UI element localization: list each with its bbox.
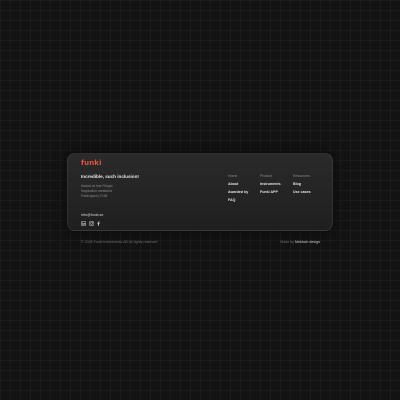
facebook-icon[interactable]: [96, 221, 101, 226]
made-by-link[interactable]: Mekloch design: [295, 240, 320, 244]
copyright-text: © 2025 Funki Instruments AB All rights r…: [81, 240, 158, 244]
nav-link-about[interactable]: About: [228, 182, 248, 190]
nav-link-instruments[interactable]: Instruments: [260, 182, 281, 190]
nav-link-use-cases[interactable]: Use cases: [293, 190, 311, 198]
award-item: Participant | FUB: [81, 193, 108, 198]
nav-heading-resources: Resources: [293, 174, 310, 178]
nav-heading-product: Product: [260, 174, 273, 178]
made-by: Made by Mekloch design: [280, 240, 320, 244]
instagram-icon[interactable]: [88, 221, 94, 226]
nav-link-awarded-by[interactable]: Awarded by: [228, 190, 248, 198]
linkedin-icon[interactable]: [81, 221, 86, 226]
page: funki Incredible, such inclusion! Award …: [0, 0, 400, 400]
made-by-label: Made by: [280, 240, 296, 244]
nav-column-resources: Resources Blog Use cases: [293, 174, 311, 198]
nav-link-blog[interactable]: Blog: [293, 182, 311, 190]
nav-link-faq[interactable]: FAQ: [228, 198, 248, 206]
awards-list: Award at Ime Ringer Inspiration weekend …: [81, 184, 113, 198]
nav-heading-home[interactable]: Home: [228, 174, 248, 182]
nav-column-home: Home About Awarded by FAQ: [228, 174, 248, 206]
footer-card: funki Incredible, such inclusion! Award …: [67, 153, 333, 231]
email-link[interactable]: info@funki.se: [81, 213, 103, 217]
tagline: Incredible, such inclusion!: [81, 174, 139, 179]
nav-link-funki-app[interactable]: Funki APP: [260, 190, 281, 198]
brand-logo[interactable]: funki: [81, 159, 102, 167]
social-links: [81, 221, 101, 226]
award-item: Inspiration weekend: [81, 188, 113, 193]
nav-column-product: Product Instruments Funki APP: [260, 174, 281, 198]
